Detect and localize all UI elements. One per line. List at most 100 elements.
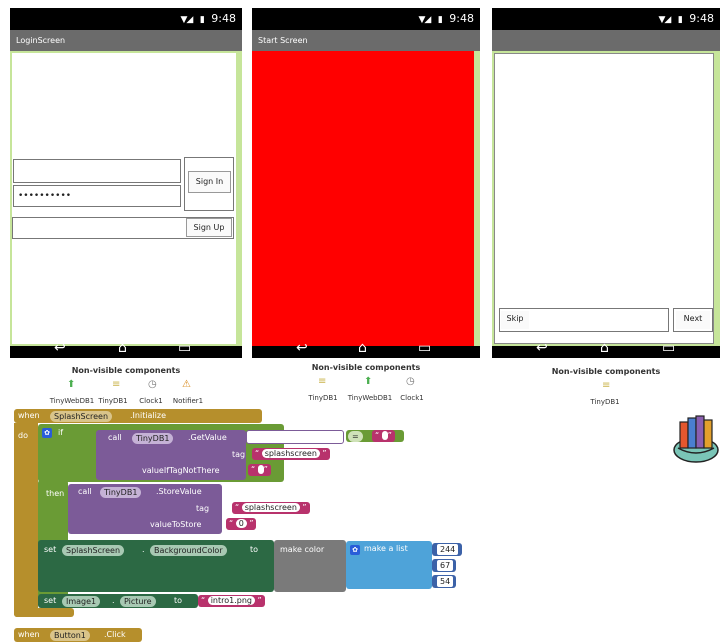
clock-icon: ◷ — [406, 376, 415, 387]
value-if-tag-not-there-label: valueIfTagNotThere — [142, 466, 220, 475]
screen-canvas: Skip Next — [494, 53, 714, 344]
username-field[interactable] — [13, 159, 181, 183]
make-a-list-label: make a list — [364, 544, 408, 553]
skip-button[interactable]: Skip — [501, 311, 529, 329]
tinywebdb-icon: ⬆ — [67, 379, 76, 390]
tinydb-icon: ≡ — [318, 376, 327, 387]
equals-operator-dropdown[interactable]: = — [348, 431, 363, 442]
dot-separator: . — [142, 545, 145, 554]
click-component-dropdown[interactable]: Button1 — [50, 630, 90, 641]
getvalue-component-dropdown[interactable]: TinyDB1 — [132, 433, 174, 444]
status-time: 9:48 — [211, 12, 236, 25]
component-label: Clock1 — [139, 397, 163, 405]
screen-canvas-red — [252, 51, 474, 346]
tag-label: tag — [232, 450, 246, 459]
nav-bar: ↩ ⌂ ▭ — [252, 338, 480, 358]
nonvisible-title-3: Non-visible components — [551, 367, 661, 376]
empty-string-block[interactable]: “ ” — [248, 464, 271, 476]
nav-bar: ↩ ⌂ ▭ — [10, 338, 242, 358]
status-bar: ▼◢ ▮ 9:48 — [252, 8, 480, 30]
battery-icon: ▮ — [199, 15, 205, 25]
initialize-event-label: .Initialize — [130, 411, 167, 420]
screen-canvas: •••••••••• Sign In Sign Up — [12, 53, 236, 344]
home-icon[interactable]: ⌂ — [358, 340, 367, 356]
number-value-green[interactable]: 67 — [437, 560, 454, 571]
empty-string-value[interactable] — [257, 465, 264, 474]
event-body-rail — [14, 423, 38, 617]
home-icon[interactable]: ⌂ — [118, 340, 127, 356]
value-to-store-string-block[interactable]: “ 0 ” — [226, 518, 257, 530]
nonvisible-title-2: Non-visible components — [311, 363, 421, 372]
component-label: TinyDB1 — [590, 398, 620, 406]
getvalue-top — [246, 430, 344, 444]
recents-icon[interactable]: ▭ — [418, 340, 431, 356]
call-keyword: call — [78, 487, 92, 496]
signup-button[interactable]: Sign Up — [186, 218, 232, 237]
component-label: TinyDB1 — [308, 394, 338, 402]
status-bar: ▼◢ ▮ 9:48 — [10, 8, 242, 30]
bg-property-dropdown[interactable]: BackgroundColor — [150, 545, 227, 556]
number-value-blue[interactable]: 54 — [437, 576, 454, 587]
notifier-icon: ⚠ — [182, 379, 191, 390]
tag-string-value[interactable]: splashscreen — [261, 449, 320, 458]
value-to-store-value[interactable]: 0 — [235, 519, 247, 528]
list-mutator-gear-icon[interactable]: ✿ — [350, 545, 360, 555]
number-value-red[interactable]: 244 — [437, 544, 459, 555]
when-keyword: when — [18, 411, 40, 420]
image-component-dropdown[interactable]: Image1 — [62, 596, 101, 607]
empty-string-compare-block[interactable]: “ ” — [372, 430, 395, 442]
bg-component-dropdown[interactable]: SplashScreen — [62, 545, 125, 556]
password-field[interactable]: •••••••••• — [13, 185, 181, 207]
screen-area: •••••••••• Sign In Sign Up — [10, 51, 242, 346]
tag-string-block[interactable]: “ splashscreen ” — [252, 448, 330, 460]
set-keyword: set — [44, 545, 57, 554]
component-label: Clock1 — [400, 394, 424, 402]
back-icon[interactable]: ↩ — [54, 340, 66, 356]
value-to-store-label: valueToStore — [150, 520, 202, 529]
backpack-icon[interactable] — [672, 412, 720, 464]
dot-separator: . — [112, 596, 115, 605]
to-keyword: to — [250, 545, 259, 554]
initialize-component-dropdown[interactable]: SplashScreen — [50, 411, 113, 422]
storevalue-component-dropdown[interactable]: TinyDB1 — [100, 487, 142, 498]
phone-intro-screen: ▼◢ ▮ 9:48 Skip Next ↩ ⌂ ▭ — [492, 8, 720, 358]
back-icon[interactable]: ↩ — [296, 340, 308, 356]
wifi-signal-icon: ▼◢ — [418, 15, 432, 25]
set-keyword: set — [44, 596, 57, 605]
phone-login-screen: ▼◢ ▮ 9:48 LoginScreen •••••••••• Sign In… — [10, 8, 242, 358]
then-keyword: then — [46, 489, 65, 498]
nonvisible-title-1: Non-visible components — [71, 366, 181, 375]
recents-icon[interactable]: ▭ — [178, 340, 191, 356]
screen-title: LoginScreen — [10, 30, 242, 51]
tag-string-value-2[interactable]: splashscreen — [241, 503, 300, 512]
empty-string-compare-value[interactable] — [381, 431, 388, 440]
mutator-gear-icon[interactable]: ✿ — [42, 428, 52, 438]
component-label: TinyWebDB1 — [49, 397, 95, 405]
when-keyword: when — [18, 630, 40, 639]
call-keyword: call — [108, 433, 122, 442]
status-time: 9:48 — [689, 12, 714, 25]
clock-icon: ◷ — [148, 379, 157, 390]
make-color-label: make color — [280, 545, 325, 554]
signin-button[interactable]: Sign In — [188, 171, 231, 193]
status-time: 9:48 — [449, 12, 474, 25]
image-string-block[interactable]: “ intro1.png ” — [198, 595, 265, 607]
phone-start-screen: ▼◢ ▮ 9:48 Start Screen ↩ ⌂ ▭ — [252, 8, 480, 358]
tinywebdb-icon: ⬆ — [364, 376, 373, 387]
back-icon[interactable]: ↩ — [536, 340, 548, 356]
status-bar: ▼◢ ▮ 9:48 — [492, 8, 720, 30]
to-keyword: to — [174, 596, 183, 605]
nav-bar: ↩ ⌂ ▭ — [492, 338, 720, 358]
tag-label: tag — [196, 504, 210, 513]
image-string-value[interactable]: intro1.png — [207, 596, 255, 605]
wifi-signal-icon: ▼◢ — [180, 15, 194, 25]
screen-title: Start Screen — [252, 30, 480, 51]
home-icon[interactable]: ⌂ — [600, 340, 609, 356]
recents-icon[interactable]: ▭ — [662, 340, 675, 356]
tag-string-block-2[interactable]: “ splashscreen ” — [232, 502, 310, 514]
image-property-dropdown[interactable]: Picture — [120, 596, 156, 607]
next-button[interactable]: Next — [676, 311, 710, 329]
getvalue-method-label: .GetValue — [188, 433, 227, 442]
screen-title — [492, 30, 720, 51]
component-label: Notifier1 — [172, 397, 204, 405]
